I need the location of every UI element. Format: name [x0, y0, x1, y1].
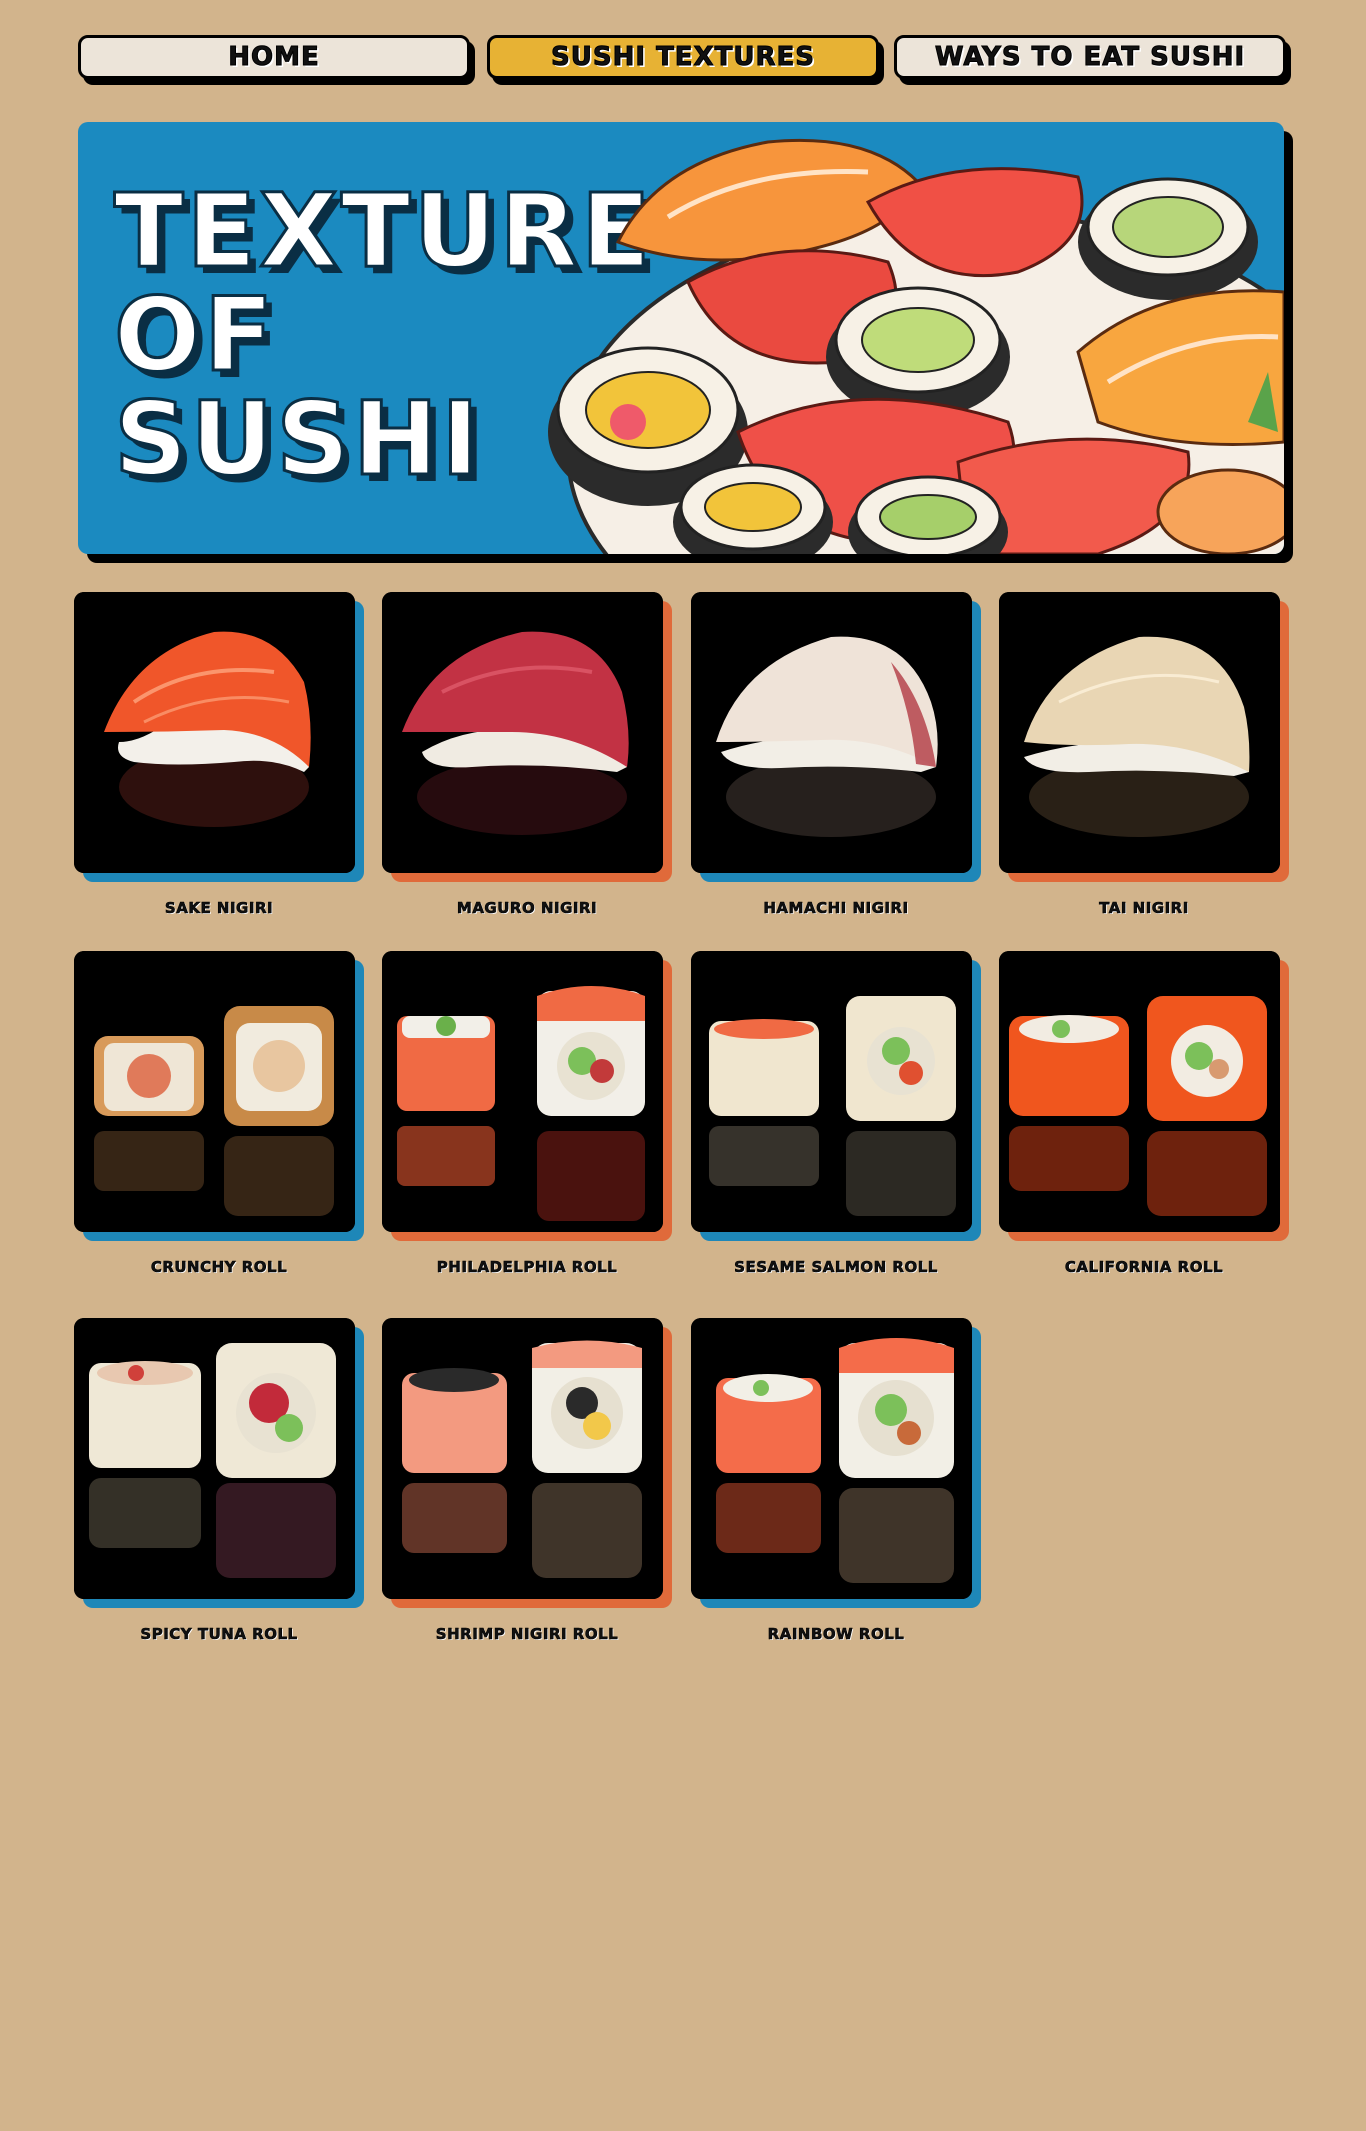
sushi-label: CALIFORNIA ROLL [1064, 1258, 1224, 1277]
hero-banner: TEXTURE OF SUSHI [78, 122, 1284, 554]
sushi-card[interactable]: PHILADELPHIA ROLL [382, 951, 665, 1276]
sushi-label: SPICY TUNA ROLL [140, 1625, 298, 1644]
top-nav: HOME SUSHI TEXTURES WAYS TO EAT SUSHI [78, 35, 1286, 87]
sushi-card[interactable]: SESAME SALMON ROLL [691, 951, 974, 1276]
sushi-card[interactable]: SPICY TUNA ROLL [74, 1318, 357, 1643]
sushi-image [691, 951, 972, 1232]
sushi-card[interactable]: HAMACHI NIGIRI [691, 592, 974, 917]
sushi-image [74, 592, 355, 873]
sushi-image [382, 1318, 663, 1599]
sushi-card[interactable]: CALIFORNIA ROLL [999, 951, 1282, 1276]
sushi-image [691, 1318, 972, 1599]
sushi-label: HAMACHI NIGIRI [763, 899, 909, 918]
nav-home-button[interactable]: HOME [78, 35, 470, 79]
sushi-label: SHRIMP NIGIRI ROLL [435, 1625, 619, 1644]
sushi-card[interactable]: SAKE NIGIRI [74, 592, 357, 917]
sushi-image [382, 951, 663, 1232]
sushi-label: PHILADELPHIA ROLL [436, 1258, 618, 1277]
nav-ways-to-eat-button[interactable]: WAYS TO EAT SUSHI [894, 35, 1286, 79]
sushi-image [382, 592, 663, 873]
sushi-label: MAGURO NIGIRI [456, 899, 598, 918]
sushi-label: RAINBOW ROLL [767, 1625, 905, 1644]
nav-sushi-textures-button[interactable]: SUSHI TEXTURES [487, 35, 879, 79]
sushi-card[interactable]: TAI NIGIRI [999, 592, 1282, 917]
sushi-card[interactable]: SHRIMP NIGIRI ROLL [382, 1318, 665, 1643]
sushi-image [74, 1318, 355, 1599]
sushi-label: CRUNCHY ROLL [150, 1258, 288, 1277]
sushi-card[interactable]: CRUNCHY ROLL [74, 951, 357, 1276]
sushi-card[interactable]: RAINBOW ROLL [691, 1318, 974, 1643]
sushi-label: SAKE NIGIRI [164, 899, 274, 918]
sushi-platter-illustration [548, 138, 1284, 554]
sushi-card[interactable]: MAGURO NIGIRI [382, 592, 665, 917]
sushi-image [999, 592, 1280, 873]
sushi-image [999, 951, 1280, 1232]
sushi-label: SESAME SALMON ROLL [734, 1258, 938, 1277]
sushi-image [74, 951, 355, 1232]
sushi-label: TAI NIGIRI [1099, 899, 1189, 918]
sushi-image [691, 592, 972, 873]
